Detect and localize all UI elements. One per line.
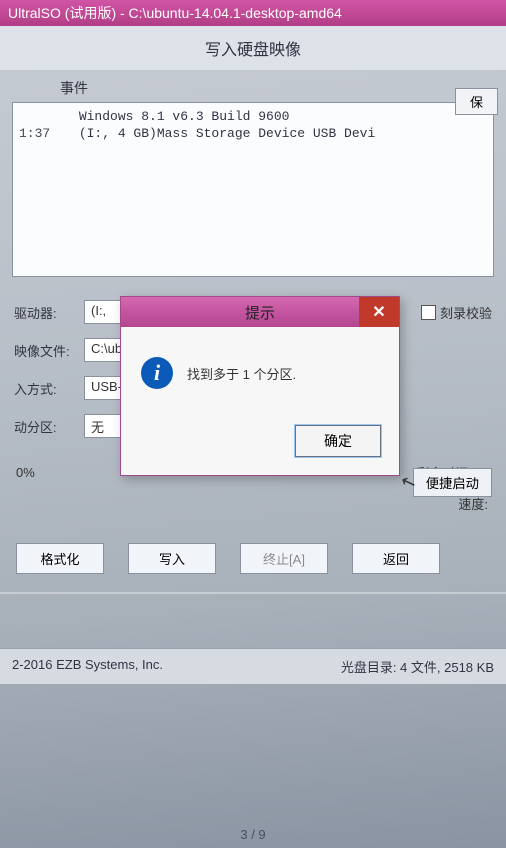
disc-directory-info: 光盘目录: 4 文件, 2518 KB [341,657,494,676]
alert-message: 找到多于 1 个分区. [187,364,296,383]
speed-label: 速度: [458,497,488,512]
write-button[interactable]: 写入 [128,543,216,574]
alert-footer: 确定 [121,409,399,475]
log-time: 1:37 [19,126,71,141]
action-button-row: 格式化 写入 终止[A] 返回 [0,523,506,588]
alert-body: i 找到多于 1 个分区. [121,327,399,409]
progress-percent: 0% [16,465,66,480]
close-button[interactable]: ✕ [359,297,399,327]
alert-title-bar[interactable]: 提示 ✕ [121,297,399,327]
dialog-title: 写入硬盘映像 [0,26,506,70]
write-mode-label: 入方式: [14,379,84,398]
save-button[interactable]: 保 [455,88,498,115]
divider [0,592,506,594]
drive-label: 驱动器: [14,303,84,322]
info-icon: i [141,357,173,389]
ok-button[interactable]: 确定 [295,425,381,457]
alert-dialog: 提示 ✕ i 找到多于 1 个分区. 确定 [120,296,400,476]
alert-title: 提示 [245,302,275,323]
partition-label: 动分区: [14,417,84,436]
back-button[interactable]: 返回 [352,543,440,574]
verify-label: 刻录校验 [440,303,492,322]
event-log: Windows 8.1 v6.3 Build 9600 1:37 (I:, 4 … [12,102,494,277]
log-text: Windows 8.1 v6.3 Build 9600 [79,109,290,124]
log-text: (I:, 4 GB)Mass Storage Device USB Devi [79,126,375,141]
status-bar: 2-2016 EZB Systems, Inc. 光盘目录: 4 文件, 251… [0,648,506,684]
image-file-label: 映像文件: [14,341,84,360]
app-title-bar: UltralSO (试用版) - C:\ubuntu-14.04.1-deskt… [0,0,506,26]
close-icon: ✕ [372,302,385,322]
abort-button[interactable]: 终止[A] [240,543,328,574]
format-button[interactable]: 格式化 [16,543,104,574]
verify-checkbox[interactable] [421,305,436,320]
quick-boot-button[interactable]: 便捷启动 [413,468,492,497]
app-title: UltralSO (试用版) - C:\ubuntu-14.04.1-deskt… [8,3,342,23]
page-indicator: 3 / 9 [240,827,265,842]
events-header: 事件 [60,78,506,98]
copyright-text: 2-2016 EZB Systems, Inc. [12,657,341,676]
